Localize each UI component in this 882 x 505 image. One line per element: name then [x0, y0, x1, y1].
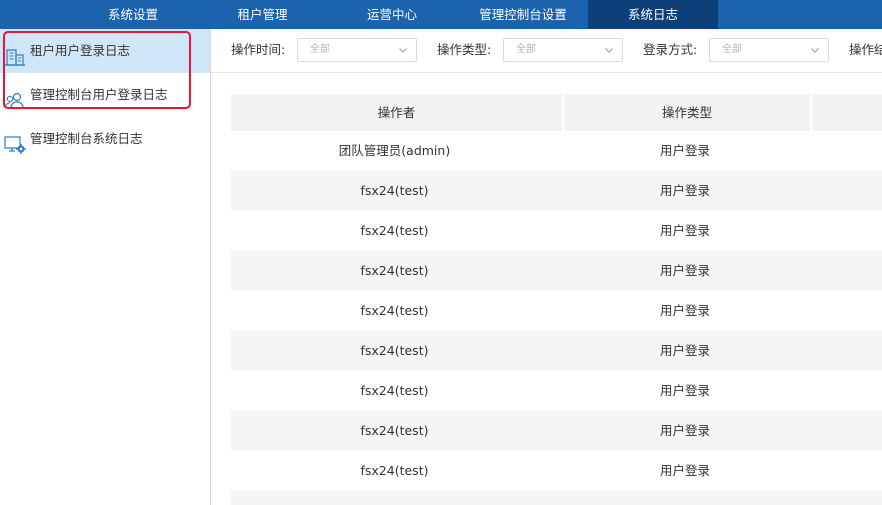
table-row-partial — [231, 491, 882, 505]
filter-select-time[interactable]: 全部 — [297, 38, 417, 62]
cell-operator: fsx24(test) — [360, 383, 429, 398]
cell-action-type: 用户登录 — [659, 383, 710, 398]
cell-action-type: 用户登录 — [659, 423, 710, 438]
cell-action-type: 用户登录 — [659, 263, 710, 278]
cell-action-type: 用户登录 — [659, 143, 710, 158]
tab-system-settings[interactable]: 系统设置 — [66, 0, 200, 29]
sidebar: 租户用户登录日志 管理控制台用户登录日志 管理控制台系统日志 — [0, 29, 211, 505]
filter-select-login-method[interactable]: 全部 — [709, 38, 829, 62]
cell-operator: 团队管理员(admin) — [338, 143, 451, 158]
building-icon — [4, 41, 26, 66]
cell-operator: fsx24(test) — [360, 263, 429, 278]
table-row[interactable]: fsx24(test) 用户登录 — [231, 411, 882, 451]
filter-select-type[interactable]: 全部 — [503, 38, 623, 62]
chevron-down-icon — [398, 44, 408, 54]
table-row[interactable]: fsx24(test) 用户登录 — [231, 211, 882, 251]
sidebar-item-console-user-login-log[interactable]: 管理控制台用户登录日志 — [0, 73, 210, 117]
table-row[interactable]: fsx24(test) 用户登录 — [231, 451, 882, 491]
table-row[interactable]: fsx24(test) 用户登录 — [231, 291, 882, 331]
filter-bar: 操作时间: 全部 操作类型: 全部 登录方式: 全部 操作结 — [211, 29, 882, 73]
sidebar-item-console-system-log[interactable]: 管理控制台系统日志 — [0, 117, 210, 161]
sidebar-item-tenant-user-login-log[interactable]: 租户用户登录日志 — [0, 29, 210, 73]
cell-operator: fsx24(test) — [360, 463, 429, 478]
cell-action-type: 用户登录 — [659, 343, 710, 358]
sidebar-item-label: 管理控制台系统日志 — [30, 131, 143, 146]
filter-label-login-method: 登录方式: — [643, 42, 698, 57]
column-header-action-type: 操作类型 — [661, 105, 712, 120]
table-header: 操作者 操作类型 — [231, 94, 882, 131]
filter-label-result: 操作结 — [849, 42, 882, 57]
cell-action-type: 用户登录 — [659, 303, 710, 318]
monitor-gear-icon — [4, 129, 26, 154]
filter-value-login-method: 全部 — [722, 44, 742, 55]
filter-label-type: 操作类型: — [437, 42, 492, 57]
sidebar-item-label: 管理控制台用户登录日志 — [30, 87, 168, 102]
top-nav: 系统设置 租户管理 运营中心 管理控制台设置 系统日志 — [0, 0, 882, 29]
table-row[interactable]: fsx24(test) 用户登录 — [231, 251, 882, 291]
tab-system-logs[interactable]: 系统日志 — [588, 0, 718, 29]
filter-label-time: 操作时间: — [231, 42, 286, 57]
filter-value-time: 全部 — [310, 44, 330, 55]
cell-action-type: 用户登录 — [659, 223, 710, 238]
tab-tenant-management[interactable]: 租户管理 — [200, 0, 325, 29]
tab-console-settings[interactable]: 管理控制台设置 — [459, 0, 587, 29]
table-row[interactable]: 团队管理员(admin) 用户登录 — [231, 131, 882, 171]
sidebar-item-label: 租户用户登录日志 — [30, 43, 131, 58]
chevron-down-icon — [604, 44, 614, 54]
table-row[interactable]: fsx24(test) 用户登录 — [231, 171, 882, 211]
column-divider — [810, 94, 812, 131]
cell-action-type: 用户登录 — [659, 463, 710, 478]
cell-operator: fsx24(test) — [360, 343, 429, 358]
table-row[interactable]: fsx24(test) 用户登录 — [231, 371, 882, 411]
cell-action-type: 用户登录 — [659, 183, 710, 198]
chevron-down-icon — [810, 44, 820, 54]
cell-operator: fsx24(test) — [360, 303, 429, 318]
cell-operator: fsx24(test) — [360, 183, 429, 198]
column-header-operator: 操作者 — [377, 105, 416, 120]
tab-operations-center[interactable]: 运营中心 — [325, 0, 459, 29]
cell-operator: fsx24(test) — [360, 223, 429, 238]
cell-operator: fsx24(test) — [360, 423, 429, 438]
filter-value-type: 全部 — [516, 44, 536, 55]
users-icon — [4, 85, 26, 110]
table-row[interactable]: fsx24(test) 用户登录 — [231, 331, 882, 371]
